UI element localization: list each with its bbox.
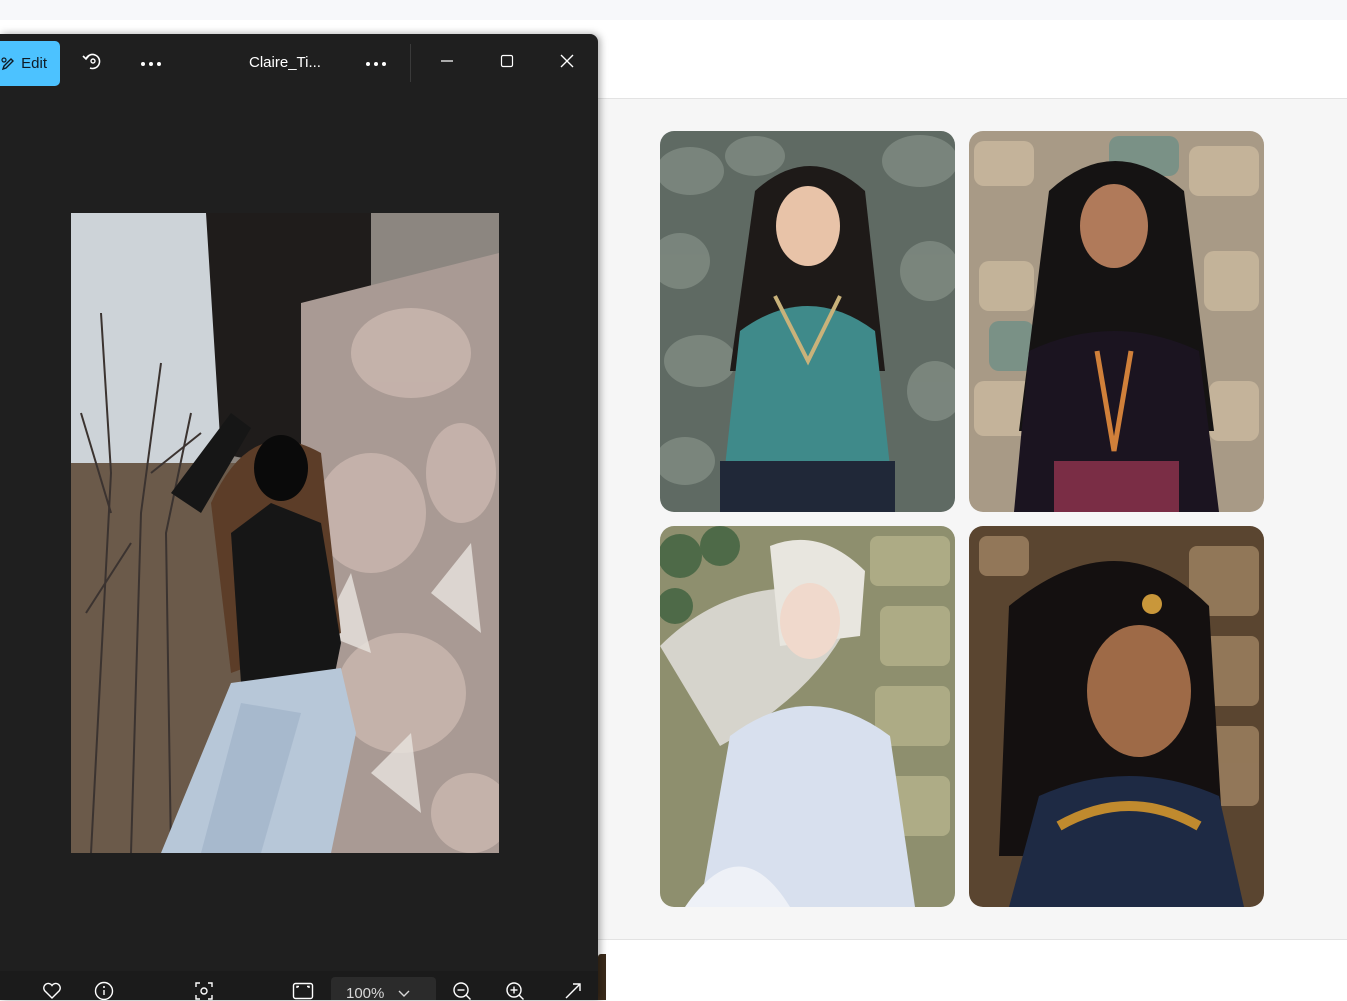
gallery-image-2[interactable] (969, 131, 1264, 512)
title-more-button[interactable] (361, 48, 391, 78)
heart-icon (42, 982, 62, 1001)
zoom-in-button[interactable] (504, 981, 526, 1001)
favorite-button[interactable] (41, 982, 63, 1000)
rotate-button[interactable] (77, 48, 107, 78)
close-icon (560, 54, 574, 73)
more-icon (365, 54, 387, 72)
zoom-level-value: 100% (346, 984, 385, 1001)
minimize-button[interactable] (432, 48, 462, 78)
gallery-image-4[interactable] (969, 526, 1264, 907)
edit-button[interactable]: Edit (0, 41, 60, 86)
bottom-toolbar: 100% (0, 971, 598, 1000)
chevron-down-icon (398, 985, 410, 1001)
fit-to-window-icon (292, 981, 314, 1001)
minimize-icon (440, 54, 454, 73)
info-icon (94, 981, 114, 1001)
maximize-icon (500, 54, 514, 73)
more-icon (140, 54, 162, 72)
browser-top-strip (0, 0, 1347, 20)
gallery-image-1[interactable] (660, 131, 955, 512)
expand-icon (563, 981, 583, 1001)
fit-to-window-button[interactable] (292, 982, 314, 1000)
gallery-image-3[interactable] (660, 526, 955, 907)
edit-icon (1, 56, 15, 72)
full-screen-button[interactable] (562, 982, 584, 1000)
zoom-in-icon (505, 981, 525, 1001)
title-bar: Edit Claire_Ti... (0, 34, 598, 92)
focus-button[interactable] (193, 981, 215, 1001)
close-button[interactable] (552, 48, 582, 78)
photo-viewer-image[interactable] (71, 213, 499, 853)
title-bar-divider (410, 44, 411, 82)
rotate-icon (81, 50, 103, 77)
zoom-level-dropdown[interactable]: 100% (331, 977, 436, 1000)
edit-button-label: Edit (21, 55, 47, 72)
zoom-out-button[interactable] (451, 981, 473, 1001)
partial-thumbnail (598, 954, 606, 1000)
zoom-out-icon (452, 981, 472, 1001)
photos-app-window: Edit Claire_Ti... 100% (0, 34, 598, 1000)
more-options-button[interactable] (136, 48, 166, 78)
focus-icon (194, 981, 214, 1001)
file-title: Claire_Ti... (249, 54, 321, 71)
info-button[interactable] (93, 981, 115, 1001)
maximize-button[interactable] (492, 48, 522, 78)
